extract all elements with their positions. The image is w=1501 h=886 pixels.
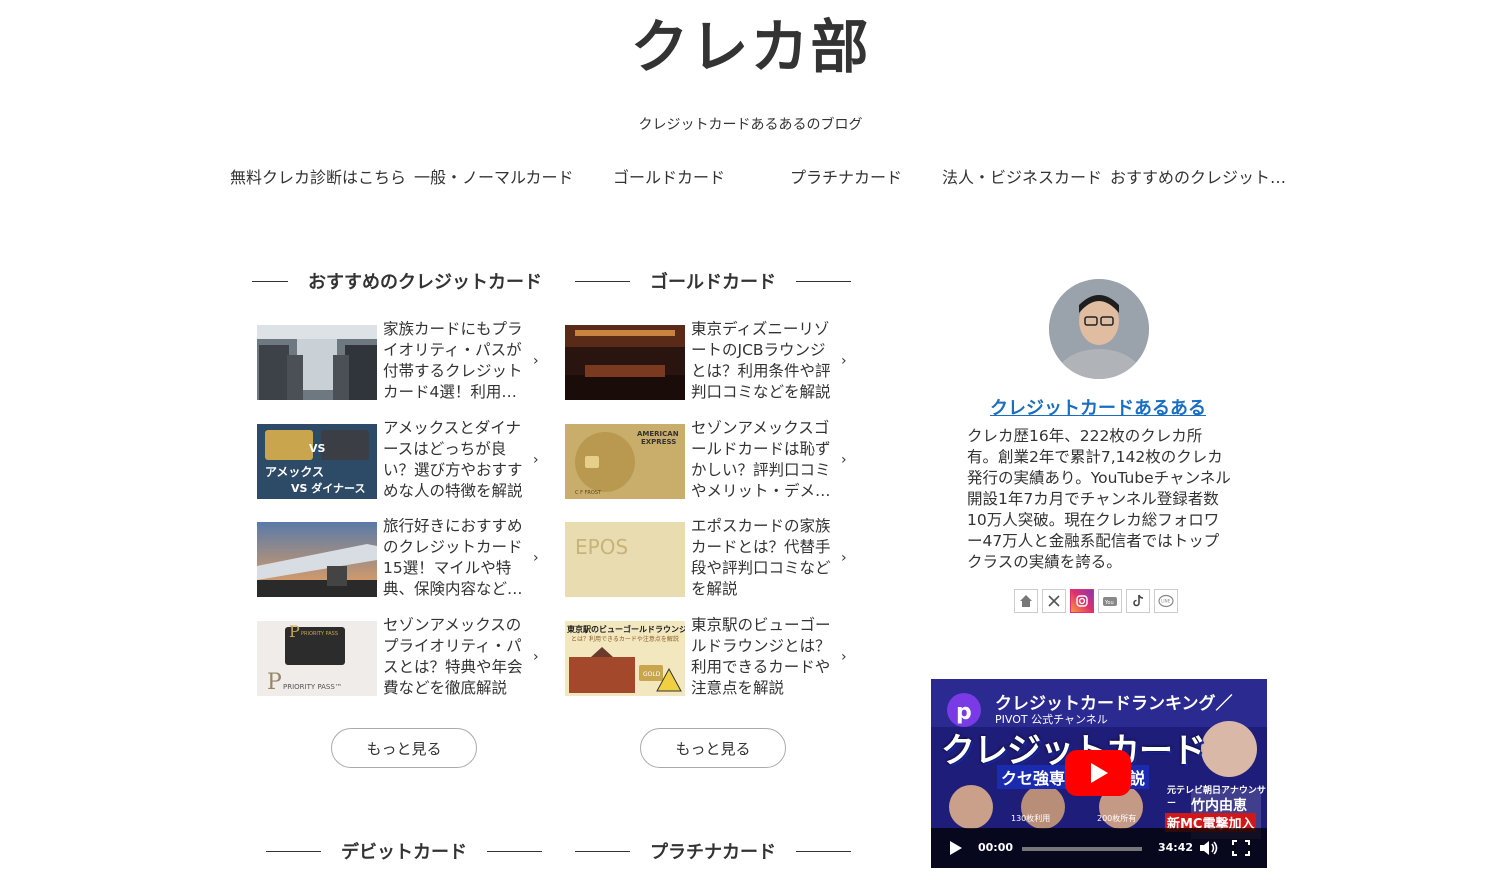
article-card[interactable]: 旅行好きにおすすめのクレジットカード15選！マイルや特典、保険内容など… ›	[257, 517, 547, 598]
article-title: アメックスとダイナースはどっちが良い？選び方やおすすめな人の特徴を解説	[383, 419, 523, 500]
more-button-recommended[interactable]: もっと見る	[331, 728, 477, 768]
youtube-icon-text: You	[1104, 600, 1114, 606]
thumb-lounge-sub: とは？利用できるカードや注意点を解説	[571, 635, 679, 643]
home-icon[interactable]	[1014, 589, 1038, 613]
thumb-diners-text: VS ダイナース	[291, 481, 366, 495]
article-title: エポスカードの家族カードとは？代替手段や評判口コミなどを解説	[691, 517, 831, 598]
svg-text:P: P	[267, 670, 282, 695]
thumb-amex-text: アメックス	[265, 465, 324, 479]
article-card[interactable]: 東京駅のビューゴールドラウンジ とは？利用できるカードや注意点を解説 GOLD …	[565, 616, 855, 697]
heading-rule-right	[796, 280, 851, 282]
video-duration: 34:42	[1158, 841, 1194, 854]
play-icon[interactable]	[949, 840, 963, 860]
chevron-right-icon: ›	[533, 353, 539, 369]
article-thumbnail-epos: EPOS	[565, 522, 685, 597]
nav-item-normal-card[interactable]: 一般・ノーマルカード	[414, 164, 574, 188]
heading-rule-left	[575, 850, 630, 852]
nav-item-business-card[interactable]: 法人・ビジネスカード	[942, 164, 1102, 188]
thumb-priority-text: PRIORITY PASS™	[283, 683, 342, 691]
section-heading-platinum: プラチナカード	[575, 840, 851, 863]
section-heading-debit: デビットカード	[266, 840, 542, 863]
video-controls: 00:00 34:42	[931, 828, 1267, 868]
thumb-holder-text: C F FROST	[575, 490, 602, 496]
heading-rule-right	[487, 850, 542, 852]
section-heading-gold: ゴールドカード	[575, 270, 851, 293]
article-thumbnail-tokyo-station: 東京駅のビューゴールドラウンジ とは？利用できるカードや注意点を解説 GOLD	[565, 621, 685, 696]
article-thumbnail-lounge	[565, 325, 685, 400]
nav-item-platinum-card[interactable]: プラチナカード	[790, 164, 902, 188]
profile-name-link[interactable]: クレジットカードあるある	[930, 394, 1266, 420]
article-title: 東京ディズニーリゾートのJCBラウンジとは？利用条件や評判口コミなどを解説	[691, 320, 831, 401]
fullscreen-icon[interactable]	[1232, 840, 1250, 860]
youtube-video-player[interactable]: p クレジットカードランキング／ PIVOT 公式チャンネル クレジットカード …	[931, 679, 1267, 868]
article-thumbnail-amex-vs-diners: VS アメックス VS ダイナース	[257, 424, 377, 499]
main-nav: 無料クレカ診断はこちら 一般・ノーマルカード ゴールドカード プラチナカード 法…	[228, 164, 1298, 188]
heading-rule-left	[575, 280, 630, 282]
article-title: セゾンアメックスゴールドカードは恥ずかしい？評判口コミやメリット・デメ…	[691, 419, 831, 500]
chevron-right-icon: ›	[841, 452, 847, 468]
site-title[interactable]: クレカ部	[0, 8, 1501, 86]
article-thumbnail-amex-gold: AMERICAN EXPRESS C F FROST	[565, 424, 685, 499]
thumb-epos-text: EPOS	[575, 535, 628, 559]
article-card[interactable]: P PRIORITY PASS P PRIORITY PASS™ セゾンアメック…	[257, 616, 547, 697]
section-title: おすすめのクレジットカード	[308, 272, 542, 293]
video-caption-left: 130枚利用	[1011, 814, 1051, 823]
thumb-amex-text: AMERICAN	[637, 430, 679, 438]
svg-text:p: p	[956, 700, 972, 725]
avatar	[1049, 279, 1149, 379]
article-card[interactable]: AMERICAN EXPRESS C F FROST セゾンアメックスゴールドカ…	[565, 419, 855, 500]
x-icon[interactable]	[1042, 589, 1066, 613]
video-current-time: 00:00	[978, 841, 1014, 854]
site-tagline: クレジットカードあるあるのブログ	[638, 117, 863, 133]
thumb-lounge-title: 東京駅のビューゴールドラウンジ	[567, 624, 685, 634]
article-card[interactable]: 家族カードにもプライオリティ・パスが付帯するクレジットカード4選！利用… ›	[257, 320, 547, 401]
article-thumbnail-airplane-sunset	[257, 522, 377, 597]
social-links: You LINE	[1014, 589, 1178, 613]
video-progress-bar[interactable]	[1022, 847, 1142, 851]
heading-rule-right	[796, 850, 851, 852]
tiktok-icon[interactable]	[1126, 589, 1150, 613]
thumb-vs-text: VS	[309, 442, 326, 455]
section-title: デビットカード	[341, 842, 467, 863]
chevron-right-icon: ›	[533, 452, 539, 468]
chevron-right-icon: ›	[841, 353, 847, 369]
section-heading-recommended: おすすめのクレジットカード	[252, 270, 562, 293]
line-icon[interactable]: LINE	[1154, 589, 1178, 613]
nav-item-diagnosis[interactable]: 無料クレカ診断はこちら	[230, 164, 406, 188]
section-title: プラチナカード	[650, 842, 776, 863]
chevron-right-icon: ›	[533, 550, 539, 566]
line-icon-text: LINE	[1161, 599, 1170, 604]
channel-logo-icon[interactable]: p	[947, 693, 981, 727]
svg-text:P: P	[289, 622, 300, 641]
article-card[interactable]: 東京ディズニーリゾートのJCBラウンジとは？利用条件や評判口コミなどを解説 ›	[565, 320, 855, 401]
thumb-card-text: PRIORITY PASS	[301, 631, 338, 637]
thumb-gold-text: GOLD	[643, 671, 661, 678]
article-title: 旅行好きにおすすめのクレジットカード15選！マイルや特典、保険内容など…	[383, 517, 523, 598]
chevron-right-icon: ›	[841, 550, 847, 566]
article-title: セゾンアメックスのプライオリティ・パスとは？特典や年会費などを徹底解説	[383, 616, 523, 697]
heading-rule-left	[266, 850, 321, 852]
nav-item-gold-card[interactable]: ゴールドカード	[613, 164, 725, 188]
profile-bio: クレカ歴16年、222枚のクレカ所有。創業2年で累計7,142枚のクレカ発行の実…	[967, 427, 1231, 571]
video-caption-right: 200枚所有	[1097, 814, 1137, 823]
more-button-gold[interactable]: もっと見る	[640, 728, 786, 768]
nav-item-recommended[interactable]: おすすめのクレジット…	[1110, 164, 1286, 188]
chevron-right-icon: ›	[533, 649, 539, 665]
chevron-right-icon: ›	[841, 649, 847, 665]
article-title: 東京駅のビューゴールドラウンジとは？利用できるカードや注意点を解説	[691, 616, 831, 697]
thumb-express-text: EXPRESS	[641, 438, 676, 446]
article-card[interactable]: EPOS エポスカードの家族カードとは？代替手段や評判口コミなどを解説 ›	[565, 517, 855, 598]
article-thumbnail-priority-pass: P PRIORITY PASS P PRIORITY PASS™	[257, 621, 377, 696]
instagram-icon[interactable]	[1070, 589, 1094, 613]
heading-rule	[252, 280, 288, 282]
article-title: 家族カードにもプライオリティ・パスが付帯するクレジットカード4選！利用…	[383, 320, 523, 401]
youtube-play-button[interactable]	[1065, 750, 1131, 796]
article-thumbnail-airplane-cabin	[257, 325, 377, 400]
video-announcer: 竹内由恵	[1191, 798, 1247, 814]
volume-icon[interactable]	[1199, 840, 1219, 860]
section-title: ゴールドカード	[650, 272, 776, 293]
youtube-icon[interactable]: You	[1098, 589, 1122, 613]
article-card[interactable]: VS アメックス VS ダイナース アメックスとダイナースはどっちが良い？選び方…	[257, 419, 547, 500]
